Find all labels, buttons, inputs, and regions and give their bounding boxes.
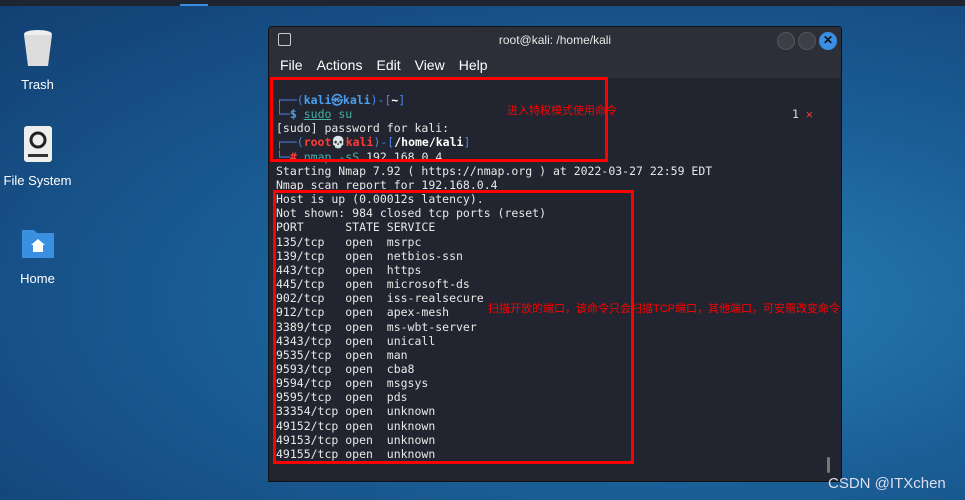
- title-bar[interactable]: root@kali: /home/kali ✕: [269, 27, 841, 53]
- annotation-note-1: 进入特权模式使用命令: [507, 105, 617, 117]
- exit-status: 1 ✕: [792, 107, 813, 121]
- annotation-box-2: [273, 190, 634, 464]
- home-folder-icon: [21, 230, 54, 258]
- close-button[interactable]: ✕: [819, 32, 837, 50]
- menu-actions[interactable]: Actions: [317, 53, 363, 78]
- desktop-icon-home[interactable]: Home: [0, 222, 75, 286]
- minimize-button[interactable]: [777, 32, 795, 50]
- desktop-icon-label: File System: [3, 173, 72, 188]
- trash-icon: [23, 30, 52, 66]
- active-task-indicator[interactable]: [180, 4, 208, 6]
- annotation-note-2: 扫描开放的端口，该命令只会扫描TCP端口，其他端口，可安需改变命令: [488, 303, 840, 315]
- scrollbar[interactable]: [827, 457, 830, 473]
- drive-icon: [23, 126, 52, 162]
- menu-edit[interactable]: Edit: [376, 53, 400, 78]
- window-title: root@kali: /home/kali: [498, 33, 612, 47]
- desktop-icon-file-system[interactable]: File System: [0, 124, 75, 188]
- menu-file[interactable]: File: [280, 53, 303, 78]
- menu-view[interactable]: View: [415, 53, 445, 78]
- terminal-icon: [278, 33, 291, 46]
- menu-help[interactable]: Help: [459, 53, 488, 78]
- taskbar: [0, 0, 965, 6]
- desktop-icon-label: Home: [20, 271, 55, 286]
- annotation-box-1: [270, 77, 608, 162]
- menu-bar: File Actions Edit View Help: [269, 53, 841, 78]
- output-line: Starting Nmap 7.92 ( https://nmap.org ) …: [276, 163, 713, 178]
- watermark: CSDN @ITXchen: [828, 475, 946, 492]
- desktop-icon-trash[interactable]: Trash: [0, 28, 75, 92]
- desktop-icon-label: Trash: [21, 77, 54, 92]
- maximize-button[interactable]: [798, 32, 816, 50]
